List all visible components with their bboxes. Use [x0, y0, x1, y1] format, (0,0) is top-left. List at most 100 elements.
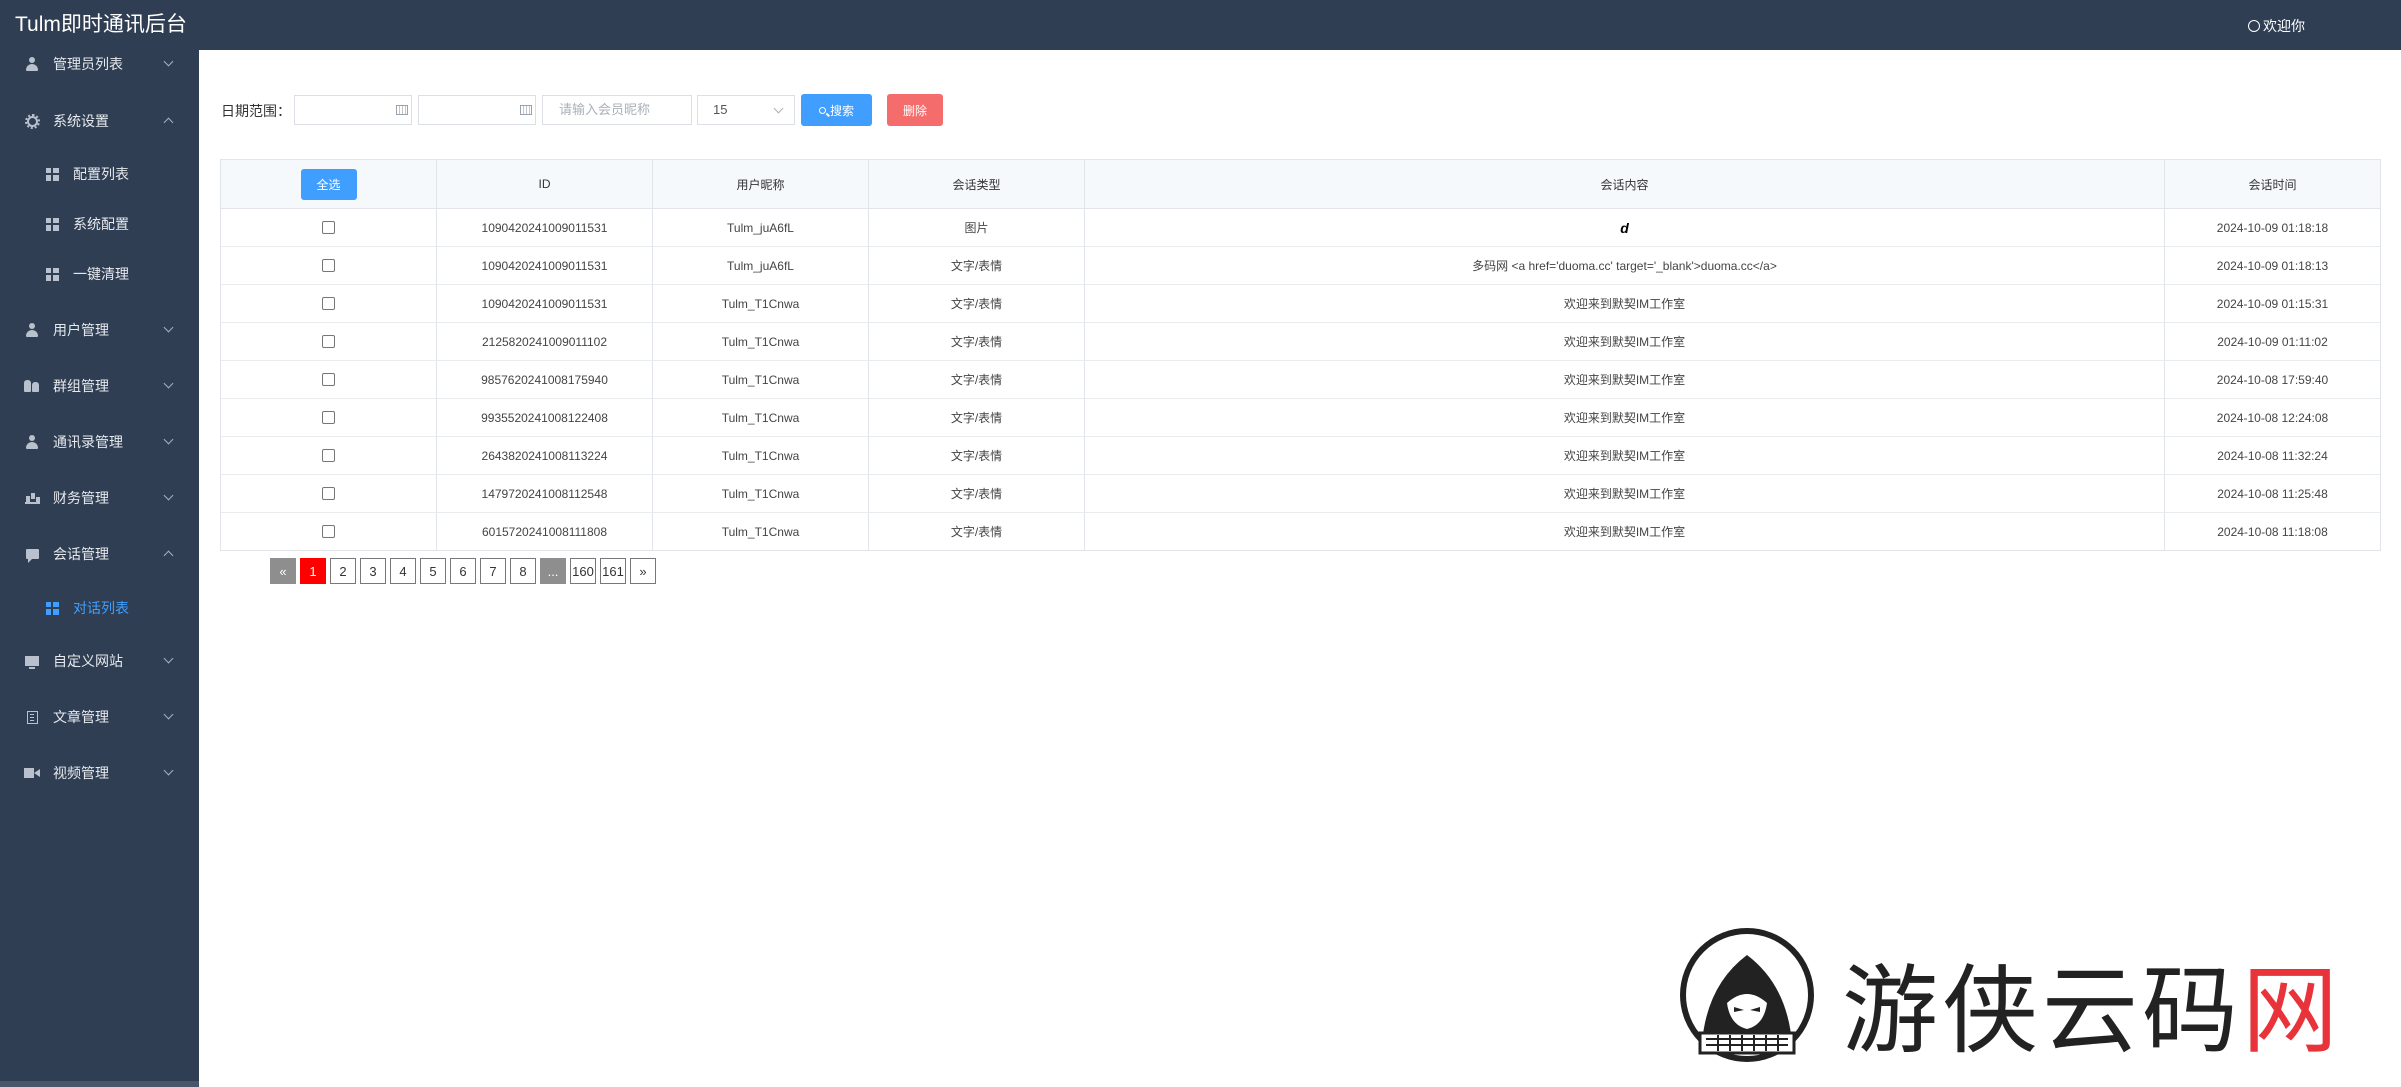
nickname-cell: Tulm_T1Cnwa [653, 475, 869, 512]
sidebar-item-4[interactable]: 一键清理 [0, 254, 199, 294]
select-all-button[interactable]: 全选 [300, 168, 357, 200]
start-date-input[interactable] [294, 95, 412, 125]
grid-icon [44, 266, 60, 282]
content-cell: 欢迎来到默契IM工作室 [1085, 399, 2165, 436]
hacker-logo-icon [1680, 928, 1814, 1062]
nickname-cell: Tulm_juA6fL [653, 209, 869, 246]
row-checkbox[interactable] [322, 525, 335, 538]
sidebar-item-label: 会话管理 [53, 546, 109, 562]
row-checkbox[interactable] [322, 297, 335, 310]
sidebar-scrollbar[interactable] [0, 1081, 199, 1087]
column-header-content: 会话内容 [1085, 160, 2165, 208]
type-cell: 文字/表情 [869, 247, 1085, 284]
nickname-cell: Tulm_T1Cnwa [653, 437, 869, 474]
id-cell: 1479720241008112548 [437, 475, 653, 512]
sidebar-item-0[interactable]: 管理员列表 [0, 44, 199, 84]
sidebar-item-12[interactable]: 文章管理 [0, 697, 199, 737]
page-number[interactable]: 5 [420, 558, 446, 584]
sidebar-item-label: 配置列表 [73, 166, 129, 182]
type-cell: 文字/表情 [869, 361, 1085, 398]
chevron-up-icon [163, 117, 174, 128]
watermark-text-main: 游侠云码 [1842, 955, 2242, 1067]
table-row: 1090420241009011531 Tulm_T1Cnwa 文字/表情 欢迎来到默… [221, 285, 2380, 323]
sidebar-item-label: 一键清理 [73, 266, 129, 282]
content-cell: d [1085, 209, 2165, 246]
monitor-icon [24, 653, 40, 669]
delete-button[interactable]: 删除 [887, 94, 943, 126]
sidebar-item-3[interactable]: 系统配置 [0, 204, 199, 244]
sidebar-item-label: 视频管理 [53, 765, 109, 781]
sidebar-item-label: 管理员列表 [53, 56, 123, 72]
chevron-down-icon [163, 378, 174, 389]
row-checkbox[interactable] [322, 411, 335, 424]
sidebar-item-1[interactable]: 系统设置 [0, 101, 199, 141]
chevron-down-icon [773, 103, 784, 114]
pagination: «1 2 3 4 5 6 7 8... 160 161» [270, 558, 656, 584]
row-checkbox[interactable] [322, 449, 335, 462]
page-number[interactable]: 160 [570, 558, 596, 584]
page-number[interactable]: 7 [480, 558, 506, 584]
sidebar-item-label: 群组管理 [53, 378, 109, 394]
nickname-cell: Tulm_T1Cnwa [653, 323, 869, 360]
page-size-select[interactable]: 15 [697, 95, 795, 125]
search-button[interactable]: 搜索 [801, 94, 872, 126]
column-header-type: 会话类型 [869, 160, 1085, 208]
nickname-cell: Tulm_T1Cnwa [653, 513, 869, 550]
id-cell: 2643820241008113224 [437, 437, 653, 474]
nickname-cell: Tulm_T1Cnwa [653, 285, 869, 322]
table-row: 9857620241008175940 Tulm_T1Cnwa 文字/表情 欢迎来到默… [221, 361, 2380, 399]
content-cell: 欢迎来到默契IM工作室 [1085, 285, 2165, 322]
id-cell: 1090420241009011531 [437, 285, 653, 322]
column-header-time: 会话时间 [2248, 177, 2297, 192]
row-checkbox[interactable] [322, 373, 335, 386]
page-ellipsis[interactable]: ... [540, 558, 566, 584]
row-select-cell [221, 361, 437, 398]
row-select-cell [221, 323, 437, 360]
page-prev-button[interactable]: « [270, 558, 296, 584]
sidebar-item-2[interactable]: 配置列表 [0, 154, 199, 194]
page-number[interactable]: 3 [360, 558, 386, 584]
nickname-search-input[interactable]: 请输入会员昵称 [542, 95, 692, 125]
grid-icon [44, 600, 60, 616]
sidebar-item-label: 自定义网站 [53, 653, 123, 669]
person-icon [24, 434, 40, 450]
page-number[interactable]: 1 [300, 558, 326, 584]
table-row: 1479720241008112548 Tulm_T1Cnwa 文字/表情 欢迎来到默… [221, 475, 2380, 513]
time-cell: 2024-10-08 12:24:08 [2216, 410, 2329, 425]
sidebar-item-10[interactable]: 对话列表 [0, 588, 199, 628]
sidebar-item-11[interactable]: 自定义网站 [0, 641, 199, 681]
sidebar-item-13[interactable]: 视频管理 [0, 753, 199, 793]
time-cell: 2024-10-09 01:18:18 [2216, 220, 2329, 235]
sidebar-item-5[interactable]: 用户管理 [0, 310, 199, 350]
row-checkbox[interactable] [322, 335, 335, 348]
id-cell: 1090420241009011531 [437, 209, 653, 246]
row-select-cell [221, 399, 437, 436]
sidebar: 管理员列表系统设置配置列表系统配置一键清理用户管理群组管理通讯录管理财务管理会话… [0, 50, 199, 1087]
chevron-down-icon [163, 434, 174, 445]
page-size-value: 15 [713, 102, 728, 117]
row-checkbox[interactable] [322, 259, 335, 272]
row-select-cell [221, 285, 437, 322]
time-cell: 2024-10-09 01:18:13 [2216, 258, 2329, 273]
chevron-down-icon [163, 709, 174, 720]
sidebar-item-6[interactable]: 群组管理 [0, 366, 199, 406]
page-number[interactable]: 161 [600, 558, 626, 584]
page-number[interactable]: 6 [450, 558, 476, 584]
row-checkbox[interactable] [322, 487, 335, 500]
nickname-cell: Tulm_juA6fL [653, 247, 869, 284]
welcome-user[interactable]: 欢迎你 [2248, 0, 2305, 62]
row-checkbox[interactable] [322, 221, 335, 234]
page-number[interactable]: 8 [510, 558, 536, 584]
table-row: 1090420241009011531 Tulm_juA6fL 图片 d 2024-10… [221, 209, 2380, 247]
end-date-input[interactable] [418, 95, 536, 125]
chevron-down-icon [163, 56, 174, 67]
sidebar-item-9[interactable]: 会话管理 [0, 534, 199, 574]
type-cell: 文字/表情 [869, 323, 1085, 360]
page-number[interactable]: 2 [330, 558, 356, 584]
page-next-button[interactable]: » [630, 558, 656, 584]
column-header-nickname: 用户昵称 [653, 160, 869, 208]
sidebar-item-7[interactable]: 通讯录管理 [0, 422, 199, 462]
page-number[interactable]: 4 [390, 558, 416, 584]
search-button-label: 搜索 [829, 103, 854, 118]
sidebar-item-8[interactable]: 财务管理 [0, 478, 199, 518]
